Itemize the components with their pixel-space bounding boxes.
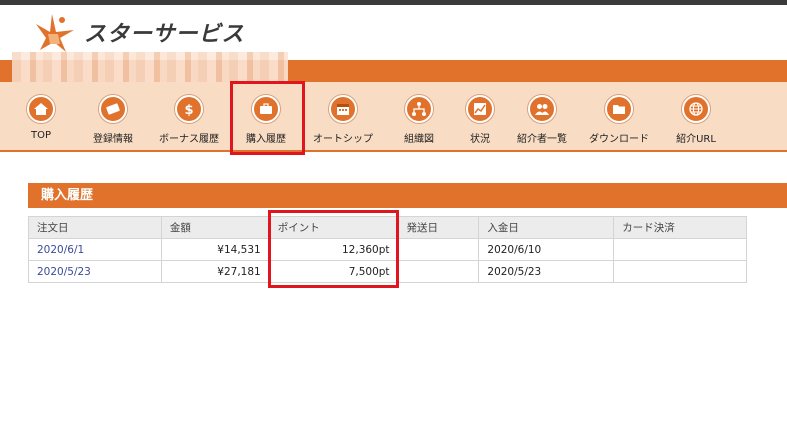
payment-date-cell: 2020/6/10 bbox=[478, 238, 615, 261]
card-payment-cell bbox=[613, 260, 747, 283]
column-header-order-date[interactable]: 注文日 bbox=[28, 216, 162, 239]
dollar-icon: $ bbox=[175, 95, 203, 123]
nav-label: 登録情報 bbox=[93, 134, 133, 145]
window-top-bar bbox=[0, 0, 787, 5]
nav-item-referral-list[interactable]: 紹介者一覧 bbox=[514, 82, 570, 152]
brand-logo[interactable]: スターサービス bbox=[30, 10, 245, 54]
order-date-link[interactable]: 2020/6/1 bbox=[28, 238, 162, 261]
column-header-ship-date[interactable]: 発送日 bbox=[397, 216, 480, 239]
column-header-amount[interactable]: 金額 bbox=[160, 216, 270, 239]
order-date-link[interactable]: 2020/5/23 bbox=[28, 260, 162, 283]
column-header-payment-date[interactable]: 入金日 bbox=[478, 216, 615, 239]
redacted-user-info bbox=[12, 52, 288, 82]
nav-label: 紹介者一覧 bbox=[517, 134, 567, 145]
nav-item-top[interactable]: TOP bbox=[19, 82, 63, 152]
users-icon bbox=[528, 95, 556, 123]
nav-label: 紹介URL bbox=[676, 134, 716, 145]
card-payment-cell bbox=[613, 238, 747, 261]
nav-label: TOP bbox=[30, 130, 51, 141]
star-mascot-icon bbox=[36, 14, 74, 52]
payment-date-cell: 2020/5/23 bbox=[478, 260, 615, 283]
id-card-icon bbox=[99, 95, 127, 123]
nav-item-bonus-history[interactable]: $ ボーナス履歴 bbox=[156, 82, 222, 152]
nav-item-status[interactable]: 状況 bbox=[461, 82, 499, 152]
main-nav: TOP 登録情報 $ ボーナス履歴 購入履歴 オートシップ 組織図 状況 紹介者… bbox=[0, 82, 787, 152]
brand-name: スターサービス bbox=[84, 22, 245, 47]
calendar-icon bbox=[329, 95, 357, 123]
amount-cell: ¥27,181 bbox=[160, 260, 270, 283]
line-chart-icon bbox=[466, 95, 494, 123]
svg-text:$: $ bbox=[184, 103, 193, 117]
ship-date-cell bbox=[397, 260, 480, 283]
nav-label: ボーナス履歴 bbox=[159, 134, 219, 145]
nav-item-org-chart[interactable]: 組織図 bbox=[398, 82, 440, 152]
nav-item-referral-url[interactable]: 紹介URL bbox=[671, 82, 721, 152]
nav-item-download[interactable]: ダウンロード bbox=[586, 82, 652, 152]
nav-label: 組織図 bbox=[404, 134, 434, 145]
home-icon bbox=[27, 95, 55, 123]
nav-item-autoship[interactable]: オートシップ bbox=[310, 82, 376, 152]
column-header-card-payment[interactable]: カード決済 bbox=[613, 216, 747, 239]
folder-download-icon bbox=[605, 95, 633, 123]
nav-item-registration[interactable]: 登録情報 bbox=[84, 82, 142, 152]
section-title: 購入履歴 bbox=[28, 183, 787, 208]
amount-cell: ¥14,531 bbox=[160, 238, 270, 261]
active-nav-highlight bbox=[230, 81, 305, 155]
points-column-highlight bbox=[268, 210, 399, 288]
nav-label: ダウンロード bbox=[589, 134, 649, 145]
nav-label: 状況 bbox=[470, 134, 490, 145]
ship-date-cell bbox=[397, 238, 480, 261]
org-chart-icon bbox=[405, 95, 433, 123]
globe-icon bbox=[682, 95, 710, 123]
nav-label: オートシップ bbox=[313, 134, 373, 145]
